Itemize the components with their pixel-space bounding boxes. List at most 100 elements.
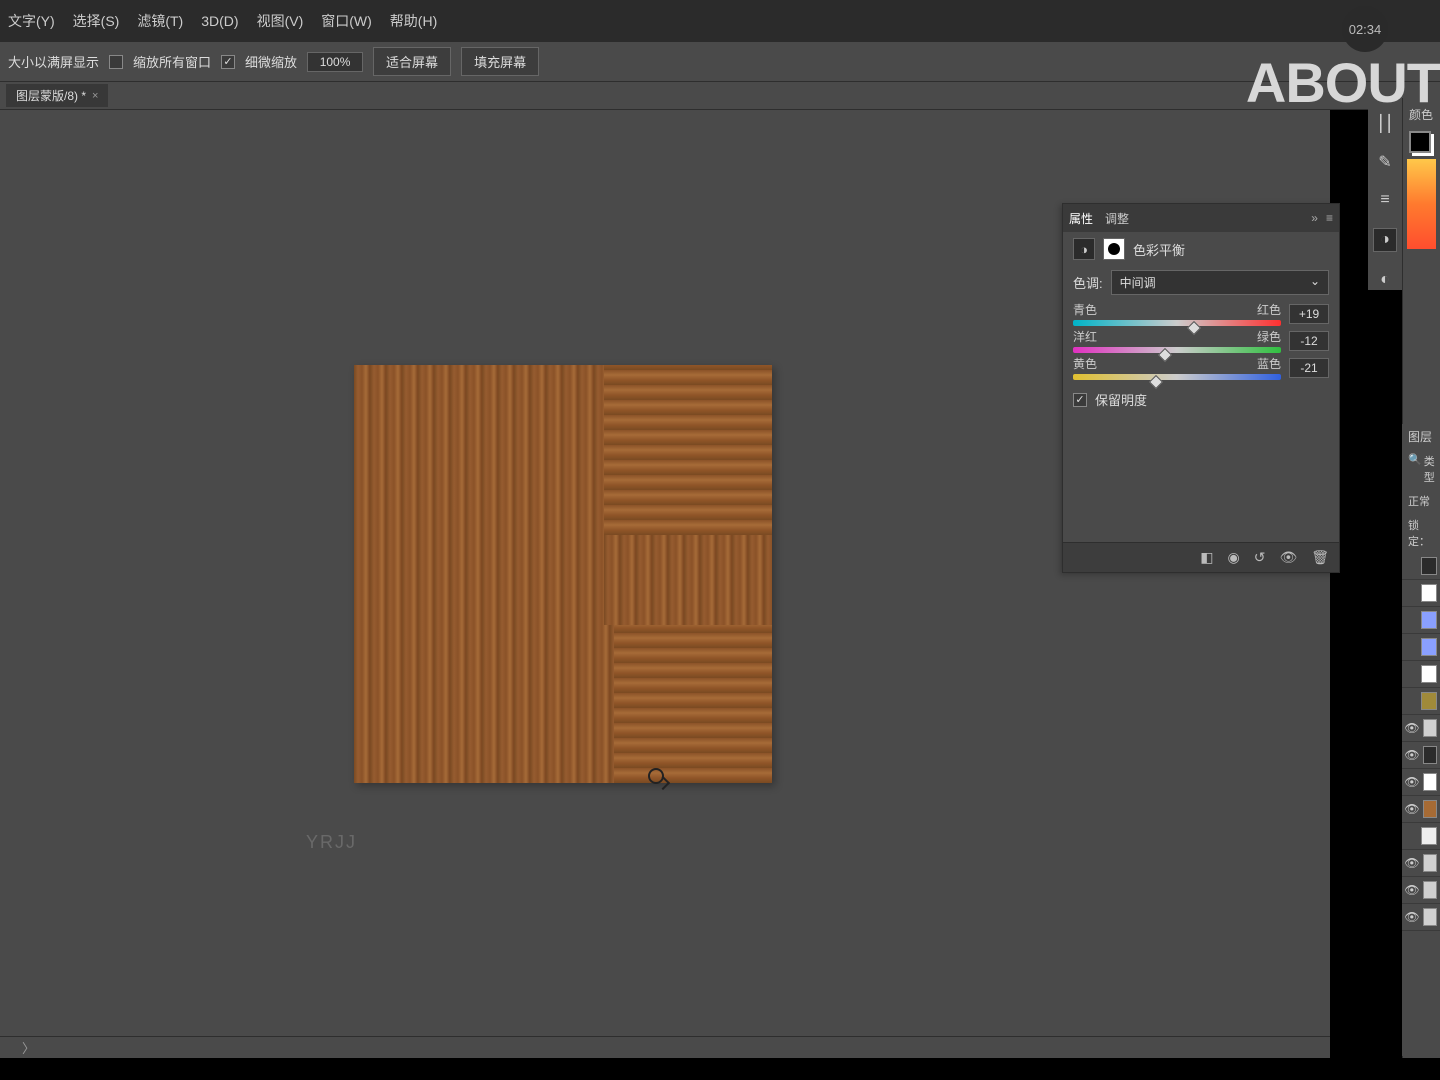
layer-row[interactable]: [1402, 688, 1440, 715]
brush-icon[interactable]: ✎: [1375, 152, 1395, 172]
slider-0-track[interactable]: [1073, 320, 1281, 326]
layer-visibility-icon[interactable]: 👁: [1405, 775, 1419, 789]
layer-row[interactable]: [1402, 661, 1440, 688]
preserve-luminosity-checkbox[interactable]: [1073, 393, 1087, 407]
layer-row[interactable]: 👁: [1402, 796, 1440, 823]
layer-visibility-icon[interactable]: 👁: [1405, 910, 1419, 924]
panel-tab-bar: 属性 调整 » ≡: [1063, 204, 1339, 232]
paragraph-icon[interactable]: ≡: [1375, 190, 1395, 210]
menu-item-5[interactable]: 窗口(W): [321, 11, 372, 31]
layer-thumbnail: [1421, 557, 1437, 575]
layer-row[interactable]: 👁: [1402, 877, 1440, 904]
document-tab-bar: 图层蒙版/8) * ×: [0, 82, 1440, 110]
view-previous-icon[interactable]: ◉: [1227, 549, 1239, 566]
layer-row[interactable]: [1402, 553, 1440, 580]
layer-visibility-icon[interactable]: 👁: [1405, 856, 1419, 870]
layer-row[interactable]: 👁: [1402, 715, 1440, 742]
layer-mask-icon[interactable]: [1103, 238, 1125, 260]
clip-to-layer-icon[interactable]: ◧: [1200, 549, 1213, 566]
zoom-cursor-icon: [648, 768, 664, 784]
fine-zoom-checkbox[interactable]: [221, 55, 235, 69]
properties-panel: 属性 调整 » ≡ ◑ 色彩平衡 色调: 中间调 ⌄ 青色红色+19洋红绿色-1…: [1062, 203, 1340, 573]
slider-1-value[interactable]: -12: [1289, 331, 1329, 351]
menu-item-6[interactable]: 帮助(H): [390, 11, 437, 31]
zoom-all-windows-checkbox[interactable]: [109, 55, 123, 69]
document-tab-label: 图层蒙版/8) *: [16, 87, 86, 104]
layer-thumbnail: [1421, 611, 1437, 629]
menu-item-0[interactable]: 文字(Y): [8, 11, 55, 31]
slider-0-right-label: 红色: [1257, 301, 1281, 318]
fit-screen-button[interactable]: 适合屏幕: [373, 47, 451, 76]
layer-row[interactable]: [1402, 823, 1440, 850]
panel-footer: ◧ ◉ ↺ 👁 🗑: [1063, 542, 1339, 572]
layer-row[interactable]: 👁: [1402, 769, 1440, 796]
close-tab-icon[interactable]: ×: [92, 90, 98, 102]
layer-visibility-icon[interactable]: 👁: [1405, 883, 1419, 897]
layer-row[interactable]: [1402, 607, 1440, 634]
visibility-icon[interactable]: 👁: [1279, 549, 1297, 566]
fill-screen-button[interactable]: 填充屏幕: [461, 47, 539, 76]
menu-item-3[interactable]: 3D(D): [201, 13, 238, 29]
layer-visibility-icon[interactable]: [1405, 829, 1417, 843]
slider-0-value[interactable]: +19: [1289, 304, 1329, 324]
menu-bar: 文字(Y) 选择(S) 滤镜(T) 3D(D) 视图(V) 窗口(W) 帮助(H): [0, 0, 1440, 42]
layer-thumbnail: [1423, 881, 1437, 899]
layer-thumbnail: [1421, 638, 1437, 656]
menu-item-4[interactable]: 视图(V): [257, 11, 304, 31]
panel-menu-icon[interactable]: ≡: [1326, 211, 1333, 225]
tone-label: 色调:: [1073, 273, 1103, 292]
menu-item-2[interactable]: 滤镜(T): [137, 11, 183, 31]
slider-1-track[interactable]: [1073, 347, 1281, 353]
adjustment-type-icon: ◑: [1073, 238, 1095, 260]
foreground-background-swatch[interactable]: [1409, 131, 1431, 153]
layers-panel-label[interactable]: 图层: [1402, 424, 1440, 449]
zoom-all-windows-label: 缩放所有窗口: [133, 52, 211, 71]
dock-icon-1[interactable]: ⎮⎮: [1375, 114, 1395, 134]
blend-mode-select[interactable]: 正常: [1402, 489, 1440, 513]
layer-visibility-icon[interactable]: [1405, 613, 1417, 627]
tab-adjustments[interactable]: 调整: [1105, 210, 1129, 227]
brand-watermark: ABOUT: [1246, 50, 1440, 115]
slider-2-left-label: 黄色: [1073, 355, 1097, 372]
chevron-down-icon: ⌄: [1310, 274, 1320, 291]
options-bar: 大小以满屏显示 缩放所有窗口 细微缩放 100% 适合屏幕 填充屏幕: [0, 42, 1440, 82]
status-expand-icon[interactable]: 〉: [22, 1038, 35, 1057]
layer-thumbnail: [1423, 719, 1437, 737]
document-tab[interactable]: 图层蒙版/8) * ×: [6, 84, 108, 107]
layer-visibility-icon[interactable]: 👁: [1405, 748, 1419, 762]
layer-visibility-icon[interactable]: 👁: [1405, 802, 1419, 816]
color-gradient[interactable]: [1407, 159, 1436, 249]
zoom-value-input[interactable]: 100%: [307, 52, 363, 72]
menu-item-1[interactable]: 选择(S): [73, 11, 120, 31]
layer-row[interactable]: [1402, 634, 1440, 661]
tone-select[interactable]: 中间调 ⌄: [1111, 270, 1329, 295]
layer-filter[interactable]: 🔍类型: [1402, 449, 1440, 489]
layer-thumbnail: [1423, 773, 1437, 791]
layer-thumbnail: [1423, 908, 1437, 926]
slider-2-value[interactable]: -21: [1289, 358, 1329, 378]
layer-visibility-icon[interactable]: [1405, 667, 1417, 681]
slider-1-left-label: 洋红: [1073, 328, 1097, 345]
layer-visibility-icon[interactable]: [1405, 694, 1417, 708]
layer-visibility-icon[interactable]: 👁: [1405, 721, 1419, 735]
slider-2-right-label: 蓝色: [1257, 355, 1281, 372]
panel-collapse-icon[interactable]: »: [1311, 211, 1318, 225]
slider-2-track[interactable]: [1073, 374, 1281, 380]
layer-row[interactable]: 👁: [1402, 904, 1440, 931]
layer-visibility-icon[interactable]: [1405, 559, 1417, 573]
layers-panel: 图层 🔍类型 正常 锁定： 👁 👁 👁 👁 👁 👁 👁: [1402, 424, 1440, 1056]
delete-icon[interactable]: 🗑: [1311, 549, 1329, 566]
layer-visibility-icon[interactable]: [1405, 640, 1417, 654]
layer-row[interactable]: 👁: [1402, 850, 1440, 877]
layer-thumbnail: [1421, 692, 1437, 710]
layer-thumbnail: [1423, 854, 1437, 872]
layer-visibility-icon[interactable]: [1405, 586, 1417, 600]
layer-row[interactable]: [1402, 580, 1440, 607]
layer-row[interactable]: 👁: [1402, 742, 1440, 769]
lock-label: 锁定：: [1402, 513, 1440, 553]
history-icon[interactable]: ◐: [1375, 270, 1395, 290]
tab-properties[interactable]: 属性: [1069, 210, 1093, 227]
reset-icon[interactable]: ↺: [1254, 549, 1266, 566]
layer-thumbnail: [1421, 665, 1437, 683]
adjustments-icon[interactable]: ◑: [1373, 228, 1397, 252]
